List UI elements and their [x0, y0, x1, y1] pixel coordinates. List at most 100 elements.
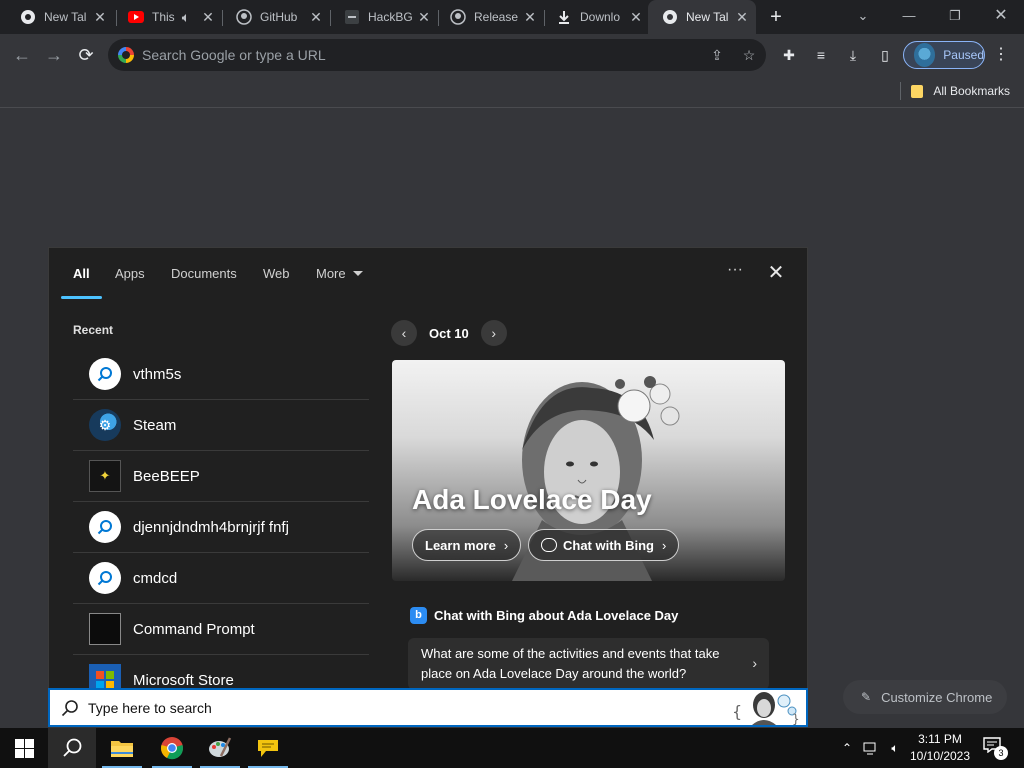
minimize-button[interactable]: —	[886, 4, 932, 28]
customize-chrome-button[interactable]: ✎ Customize Chrome	[843, 680, 1007, 714]
youtube-icon	[128, 9, 144, 25]
tab-hackbg[interactable]: HackBG ✕	[330, 4, 438, 30]
media-control-icon[interactable]: ≡	[810, 44, 832, 66]
tab-more[interactable]: More	[316, 266, 363, 281]
learn-more-button[interactable]: Learn more ›	[412, 529, 522, 561]
close-tab-icon[interactable]: ✕	[734, 9, 750, 25]
close-tab-icon[interactable]: ✕	[522, 9, 538, 25]
omnibox[interactable]: ⇪ ☆	[108, 39, 766, 71]
tab-title: Downlo	[580, 10, 621, 24]
close-tab-icon[interactable]: ✕	[308, 9, 324, 25]
profile-button[interactable]: Paused	[903, 41, 985, 69]
bing-chat-header-label: Chat with Bing about Ada Lovelace Day	[434, 608, 679, 623]
chevron-up-icon[interactable]: ⌃	[838, 728, 856, 768]
learn-more-label: Learn more	[425, 537, 496, 553]
back-button[interactable]: ←	[10, 43, 34, 67]
more-options-icon[interactable]: ···	[725, 262, 745, 282]
folder-icon	[911, 84, 924, 98]
close-tab-icon[interactable]: ✕	[200, 9, 216, 25]
restore-button[interactable]: ❐	[932, 4, 978, 28]
tab-apps[interactable]: Apps	[115, 266, 145, 281]
taskbar-search-button[interactable]	[48, 728, 96, 768]
extensions-icon[interactable]: ✚	[778, 44, 800, 66]
network-icon[interactable]	[860, 728, 882, 768]
close-tab-icon[interactable]: ✕	[416, 9, 432, 25]
hero-card[interactable]: Ada Lovelace Day Learn more › Chat with …	[392, 360, 785, 581]
paint-taskbar-button[interactable]	[196, 728, 244, 768]
chat-with-bing-button[interactable]: Chat with Bing ›	[528, 529, 680, 561]
list-item-label: Command Prompt	[133, 620, 255, 638]
beebeep-icon: ✦	[89, 460, 121, 492]
tab-title: New Tal	[686, 10, 729, 24]
list-item[interactable]: djennjdndmh4brnjrjf fnfj	[73, 502, 369, 553]
svg-text:{: {	[732, 702, 742, 721]
list-item-label: Steam	[133, 416, 177, 434]
forward-button[interactable]: →	[42, 43, 66, 67]
taskbar-search-box[interactable]: { }	[48, 688, 808, 727]
bing-icon: b	[410, 607, 427, 624]
folder-icon	[111, 741, 133, 757]
bing-chat-header: b Chat with Bing about Ada Lovelace Day	[410, 607, 678, 624]
new-tab-button[interactable]: +	[764, 7, 788, 27]
list-item[interactable]: Command Prompt	[73, 604, 369, 655]
tab-search-icon[interactable]: ⌄	[840, 4, 886, 28]
list-item-label: Microsoft Store	[133, 671, 234, 689]
tab-new-tab-active[interactable]: New Tal ✕	[648, 0, 756, 34]
chevron-right-icon[interactable]: ›	[480, 320, 507, 346]
tab-new-tab-1[interactable]: New Tal ✕	[6, 4, 114, 30]
bing-suggestion[interactable]: What are some of the activities and even…	[408, 638, 769, 688]
close-tab-icon[interactable]: ✕	[92, 9, 108, 25]
list-item[interactable]: cmdcd	[73, 553, 369, 604]
list-item[interactable]: Microsoft Store	[73, 655, 369, 689]
tab-github[interactable]: GitHub ✕	[222, 4, 330, 30]
search-icon	[61, 700, 78, 717]
list-item[interactable]: ✦ BeeBEEP	[73, 451, 369, 502]
action-center-button[interactable]: 3	[983, 737, 1008, 760]
tab-web[interactable]: Web	[263, 266, 290, 281]
tab-more-label: More	[316, 266, 346, 281]
beebeep-taskbar-button[interactable]	[244, 728, 292, 768]
all-bookmarks-label: All Bookmarks	[933, 84, 1010, 98]
customize-chrome-label: Customize Chrome	[881, 689, 993, 705]
tab-title: This	[152, 10, 175, 24]
search-filter-tabs: All Apps Documents Web More ··· ✕	[49, 248, 807, 300]
speaker-icon[interactable]: 🔈︎	[178, 9, 194, 25]
chrome-taskbar-button[interactable]	[148, 728, 196, 768]
reload-button[interactable]: ⟳	[74, 43, 98, 67]
notification-count-badge: 3	[994, 746, 1008, 760]
start-button[interactable]	[0, 728, 48, 768]
search-highlight-doodle-icon: { }	[732, 692, 800, 725]
downloads-icon[interactable]: ⤓	[842, 44, 864, 66]
share-icon[interactable]: ⇪	[708, 46, 726, 64]
close-tab-icon[interactable]: ✕	[628, 9, 644, 25]
chrome-menu-icon[interactable]: ⋮	[992, 44, 1010, 66]
clock[interactable]: 3:11 PM 10/10/2023	[902, 731, 978, 765]
hero-title: Ada Lovelace Day	[412, 484, 652, 515]
search-input[interactable]	[88, 698, 688, 718]
file-explorer-button[interactable]	[98, 728, 146, 768]
bookmark-star-icon[interactable]: ☆	[740, 46, 758, 64]
windows-search-panel: All Apps Documents Web More ··· ✕ Recent…	[48, 247, 808, 689]
tab-downloads[interactable]: Downlo ✕	[542, 4, 650, 30]
all-bookmarks-button[interactable]: All Bookmarks	[900, 82, 1010, 100]
date-label: Oct 10	[429, 325, 469, 341]
bookmarks-bar: All Bookmarks	[0, 76, 1024, 108]
tab-youtube[interactable]: This 🔈︎ ✕	[114, 4, 222, 30]
tab-all[interactable]: All	[73, 266, 90, 281]
windows-icon	[14, 738, 34, 758]
chrome-icon	[161, 737, 183, 760]
microsoft-store-icon	[89, 664, 121, 688]
tab-documents[interactable]: Documents	[171, 266, 237, 281]
clock-time: 3:11 PM	[918, 732, 962, 746]
omnibox-input[interactable]	[142, 45, 682, 65]
chat-bubble-icon	[541, 538, 557, 552]
list-item[interactable]: ⚙ Steam	[73, 400, 369, 451]
side-panel-icon[interactable]: ▯	[874, 44, 896, 66]
close-window-button[interactable]: ✕	[978, 4, 1024, 28]
tab-title: GitHub	[260, 10, 298, 24]
tab-release[interactable]: Release ✕	[436, 4, 544, 30]
close-icon[interactable]: ✕	[765, 262, 787, 284]
list-item[interactable]: vthm5s	[73, 349, 369, 400]
chrome-icon	[662, 9, 678, 25]
chevron-left-icon[interactable]: ‹	[391, 320, 417, 346]
